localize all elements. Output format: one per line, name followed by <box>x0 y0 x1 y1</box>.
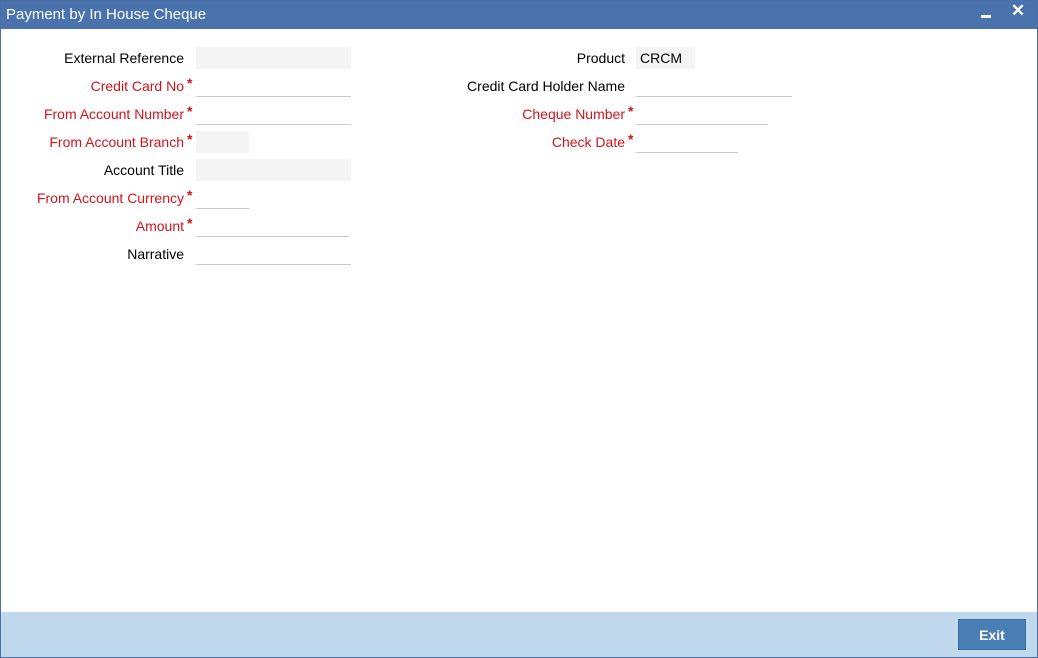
close-icon: ✕ <box>1010 1 1026 20</box>
from-account-number-row: From Account Number <box>1 106 184 124</box>
external-reference-field[interactable] <box>196 47 351 69</box>
account-title-row: Account Title <box>1 162 184 180</box>
product-row: Product <box>401 50 625 68</box>
account-title-label: Account Title <box>103 162 184 178</box>
cheque-number-row: Cheque Number <box>401 106 625 124</box>
credit-card-holder-name-label: Credit Card Holder Name <box>467 78 625 94</box>
required-marker: * <box>187 103 193 119</box>
external-reference-row: External Reference <box>1 50 184 68</box>
required-marker: * <box>187 131 193 147</box>
required-marker: * <box>628 103 634 119</box>
from-account-branch-label: From Account Branch <box>49 134 184 150</box>
amount-label: Amount <box>135 218 184 234</box>
required-marker: * <box>187 75 193 91</box>
dialog-window: Payment by In House Cheque ✕ External Re… <box>0 0 1038 658</box>
from-account-currency-field[interactable] <box>196 187 249 209</box>
title-bar[interactable]: Payment by In House Cheque ✕ <box>1 1 1037 29</box>
from-account-branch-field[interactable] <box>196 131 249 153</box>
close-button[interactable]: ✕ <box>1008 1 1028 27</box>
from-account-branch-row: From Account Branch <box>1 134 184 152</box>
narrative-label: Narrative <box>127 246 184 262</box>
required-marker: * <box>187 187 193 203</box>
minimize-icon <box>981 15 991 18</box>
credit-card-holder-name-row: Credit Card Holder Name <box>401 78 625 96</box>
check-date-field[interactable] <box>636 131 738 153</box>
check-date-label: Check Date <box>551 134 625 150</box>
narrative-field[interactable] <box>196 243 351 265</box>
cheque-number-label: Cheque Number <box>522 106 625 122</box>
product-field[interactable]: CRCM <box>636 47 695 69</box>
external-reference-label: External Reference <box>64 50 184 66</box>
amount-row: Amount <box>1 218 184 236</box>
credit-card-no-row: Credit Card No <box>1 78 184 96</box>
credit-card-no-label: Credit Card No <box>90 78 184 94</box>
from-account-currency-row: From Account Currency <box>1 190 184 208</box>
minimize-button[interactable] <box>976 1 996 27</box>
account-title-field[interactable] <box>196 159 351 181</box>
from-account-number-label: From Account Number <box>43 106 184 122</box>
required-marker: * <box>628 131 634 147</box>
footer-bar: Exit <box>1 612 1037 657</box>
amount-field[interactable] <box>196 215 349 237</box>
narrative-row: Narrative <box>1 246 184 264</box>
credit-card-no-field[interactable] <box>196 75 351 97</box>
check-date-row: Check Date <box>401 134 625 152</box>
from-account-number-field[interactable] <box>196 103 351 125</box>
required-marker: * <box>187 215 193 231</box>
from-account-currency-label: From Account Currency <box>36 190 184 206</box>
exit-button[interactable]: Exit <box>958 619 1026 650</box>
product-label: Product <box>576 50 625 66</box>
credit-card-holder-name-field[interactable] <box>636 75 792 97</box>
window-title: Payment by In House Cheque <box>6 6 207 23</box>
cheque-number-field[interactable] <box>636 103 768 125</box>
